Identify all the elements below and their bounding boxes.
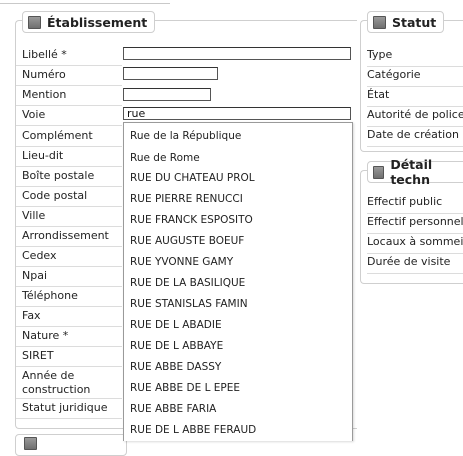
libelle-input[interactable]	[123, 47, 351, 60]
label-numero: Numéro	[22, 68, 66, 81]
toggle-square-icon[interactable]	[24, 437, 37, 450]
statut-title: Statut	[392, 14, 437, 30]
statut-row-autorite: Autorité de police	[367, 106, 463, 127]
label-nature: Nature *	[22, 329, 69, 342]
toggle-square-icon[interactable]	[373, 15, 386, 29]
autocomplete-option[interactable]: RUE DE L ABBAYE	[130, 339, 223, 353]
next-fieldset	[15, 434, 127, 456]
field-row-numero: Numéro	[16, 66, 122, 86]
field-row-voie: Voie	[16, 106, 122, 126]
field-row-lieu-dit: Lieu-dit	[16, 147, 122, 167]
autocomplete-option[interactable]: Rue de la République	[130, 129, 241, 143]
field-row-annee-construction: Année de construction	[16, 367, 122, 399]
voie-input[interactable]	[123, 107, 351, 120]
autocomplete-option[interactable]: RUE PIERRE RENUCCI	[130, 192, 243, 206]
field-row-ville: Ville	[16, 207, 122, 227]
detail-row-effectif-personnel: Effectif personnel	[367, 213, 463, 234]
statut-fieldset: Statut Type Catégorie État Autorité de p…	[360, 11, 463, 152]
label-siret: SIRET	[22, 349, 54, 362]
statut-row-categorie: Catégorie	[367, 66, 463, 87]
field-row-fax: Fax	[16, 307, 122, 327]
detail-row-effectif-public: Effectif public	[367, 193, 463, 214]
label-statut-juridique: Statut juridique	[22, 401, 108, 414]
label-complement: Complément	[22, 129, 93, 142]
label-cedex: Cedex	[22, 249, 57, 262]
field-row-telephone: Téléphone	[16, 287, 122, 307]
label-boite-postale: Boîte postale	[22, 169, 95, 182]
label-telephone: Téléphone	[22, 289, 78, 302]
autocomplete-option[interactable]: RUE DE L ABADIE	[130, 318, 222, 332]
label-code-postal: Code postal	[22, 189, 88, 202]
detail-row-duree-visite: Durée de visite	[367, 253, 463, 274]
autocomplete-option[interactable]: RUE ABBE DASSY	[130, 360, 221, 374]
field-row-nature: Nature *	[16, 327, 122, 347]
field-row-libelle: Libellé *	[16, 46, 122, 66]
field-row-arrondissement: Arrondissement	[16, 227, 122, 247]
label-arrondissement: Arrondissement	[22, 229, 109, 242]
autocomplete-option[interactable]: RUE AUGUSTE BOEUF	[130, 234, 244, 248]
label-fax: Fax	[22, 309, 41, 322]
field-row-boite-postale: Boîte postale	[16, 167, 122, 187]
detail-title: Détail techn	[390, 157, 433, 187]
detail-fieldset: Détail techn Effectif public Effectif pe…	[360, 157, 463, 284]
autocomplete-option[interactable]: RUE ABBE FARIA	[130, 402, 216, 416]
field-row-cedex: Cedex	[16, 247, 122, 267]
autocomplete-option[interactable]: RUE YVONNE GAMY	[130, 255, 233, 269]
statut-row-etat: État	[367, 86, 463, 107]
field-row-npai: Npai	[16, 267, 122, 287]
statut-row-date-creation: Date de création	[367, 126, 463, 147]
statut-legend[interactable]: Statut	[367, 11, 445, 33]
autocomplete-option[interactable]: RUE ABBE DE L EPEE	[130, 381, 240, 395]
etablissement-title: Établissement	[47, 14, 148, 30]
label-lieu-dit: Lieu-dit	[22, 149, 64, 162]
autocomplete-option[interactable]: RUE DE LA BASILIQUE	[130, 276, 245, 290]
autocomplete-option[interactable]: RUE FRANCK ESPOSITO	[130, 213, 253, 227]
label-mention: Mention	[22, 88, 67, 101]
autocomplete-option[interactable]: RUE STANISLAS FAMIN	[130, 297, 248, 311]
voie-autocomplete-list[interactable]: Rue de la République Rue de Rome RUE DU …	[123, 122, 353, 441]
statut-row-type: Type	[367, 46, 463, 67]
field-row-complement: Complément	[16, 127, 122, 147]
label-voie: Voie	[22, 108, 46, 121]
label-libelle: Libellé *	[22, 48, 67, 61]
toggle-square-icon[interactable]	[373, 165, 385, 179]
field-row-mention: Mention	[16, 86, 122, 106]
autocomplete-option[interactable]: RUE DE L ABBE FERAUD	[130, 423, 256, 437]
field-row-code-postal: Code postal	[16, 187, 122, 207]
label-ville: Ville	[22, 209, 46, 222]
etablissement-legend[interactable]: Établissement	[22, 11, 156, 33]
label-annee-construction: Année de construction	[22, 369, 91, 396]
detail-row-locaux-sommeil: Locaux à sommeil	[367, 233, 463, 254]
detail-legend[interactable]: Détail techn	[367, 157, 463, 187]
autocomplete-option[interactable]: Rue de Rome	[130, 151, 200, 165]
label-npai: Npai	[22, 269, 48, 282]
top-divider	[0, 0, 170, 4]
mention-input[interactable]	[123, 88, 211, 101]
autocomplete-option[interactable]: RUE DU CHATEAU PROL	[130, 171, 255, 185]
toggle-square-icon[interactable]	[28, 15, 41, 29]
field-row-siret: SIRET	[16, 347, 122, 367]
numero-input[interactable]	[123, 67, 218, 80]
field-row-statut-juridique: Statut juridique	[16, 399, 122, 419]
